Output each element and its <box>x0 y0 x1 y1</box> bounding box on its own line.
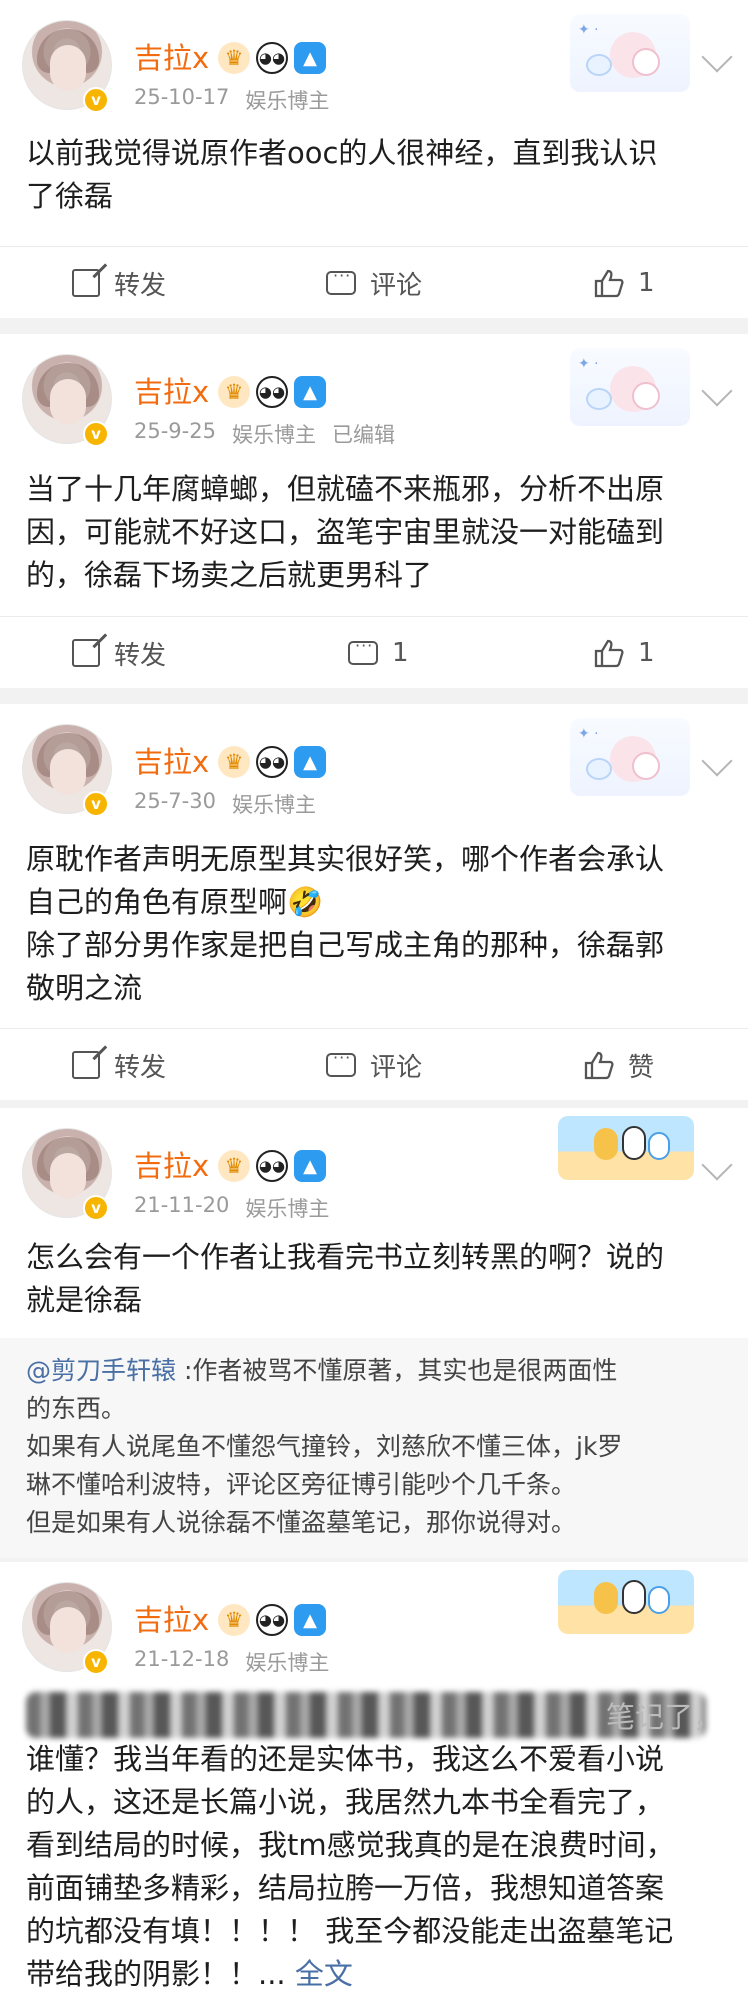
user-name[interactable]: 吉拉x <box>134 372 209 412</box>
comment-icon <box>326 266 356 295</box>
post-meta: 25-7-30 娱乐博主 <box>134 789 316 819</box>
comment-button[interactable]: 评论 <box>326 247 422 319</box>
thumbs-up-icon <box>594 269 624 298</box>
user-badges: ♛ ◕◕ ▲ <box>218 1148 326 1184</box>
post-date: 21-12-18 <box>134 1647 230 1671</box>
user-name[interactable]: 吉拉x <box>134 1600 209 1640</box>
panda-icon: ◕◕ <box>256 746 288 778</box>
blurred-text-tail: 笔记了， <box>605 1700 722 1734</box>
full-text-link[interactable]: 全文 <box>295 1957 353 1991</box>
user-name[interactable]: 吉拉x <box>134 742 209 782</box>
post-date: 25-7-30 <box>134 789 216 813</box>
reposted-content[interactable]: @剪刀手轩辕 :作者被骂不懂原著，其实也是很两面性 的东西。 如果有人说尾鱼不懂… <box>0 1338 748 1558</box>
user-role: 娱乐博主 <box>231 423 316 447</box>
shark-icon: ▲ <box>294 376 326 408</box>
chevron-down-icon[interactable] <box>701 1149 733 1181</box>
crown-icon: ♛ <box>218 42 250 74</box>
post-text: 以前我觉得说原作者ooc的人很神经，直到我认识 了徐磊 <box>26 136 658 213</box>
user-name[interactable]: 吉拉x <box>134 1146 209 1186</box>
share-icon <box>72 639 100 667</box>
post-card: v 吉拉x ♛ ◕◕ ▲ 25-10-17 娱乐博主 ✦ · 以前我觉得说原作者… <box>0 0 748 318</box>
weibo-feed: v 吉拉x ♛ ◕◕ ▲ 25-10-17 娱乐博主 ✦ · 以前我觉得说原作者… <box>0 0 748 2000</box>
crown-icon: ♛ <box>218 746 250 778</box>
post-card: v 吉拉x ♛ ◕◕ ▲ 25-9-25 娱乐博主 已编辑 ✦ · 当了十几年腐… <box>0 334 748 688</box>
user-badges: ♛ ◕◕ ▲ <box>218 374 326 410</box>
comment-button[interactable]: 1 <box>348 617 409 689</box>
user-role: 娱乐博主 <box>245 1651 330 1675</box>
user-badges: ♛ ◕◕ ▲ <box>218 744 326 780</box>
user-role: 娱乐博主 <box>245 89 330 113</box>
comment-button[interactable]: 评论 <box>326 1029 422 1101</box>
user-badges: ♛ ◕◕ ▲ <box>218 1602 326 1638</box>
thumbs-up-icon <box>584 1051 614 1080</box>
user-badges: ♛ ◕◕ ▲ <box>218 40 326 76</box>
post-date: 25-9-25 <box>134 419 216 443</box>
redacted-line: 笔记了， <box>0 1692 748 1740</box>
post-card: v 吉拉x ♛ ◕◕ ▲ 21-11-20 娱乐博主 怎么会有一个作者让我看完书… <box>0 1108 748 1558</box>
verified-badge-icon: v <box>83 791 109 817</box>
card-decoration: ✦ · <box>570 718 690 796</box>
action-bar: 转发 评论 1 <box>0 246 748 318</box>
post-card: v 吉拉x ♛ ◕◕ ▲ 25-7-30 娱乐博主 ✦ · 原耽作者声明无原型其… <box>0 704 748 1100</box>
action-bar: 转发 评论 赞 <box>0 1028 748 1100</box>
share-icon <box>72 269 100 297</box>
like-button[interactable]: 赞 <box>584 1029 654 1101</box>
crown-icon: ♛ <box>218 376 250 408</box>
post-text: 原耽作者声明无原型其实很好笑，哪个作者会承认 自己的角色有原型啊🤣 除了部分男作… <box>26 842 665 1005</box>
post-text: 怎么会有一个作者让我看完书立刻转黑的啊？说的 就是徐磊 <box>26 1240 665 1317</box>
user-role: 娱乐博主 <box>231 793 316 817</box>
user-role: 娱乐博主 <box>245 1197 330 1221</box>
shark-icon: ▲ <box>294 1150 326 1182</box>
comment-icon <box>348 636 378 665</box>
like-button[interactable]: 1 <box>594 247 655 319</box>
comment-icon <box>326 1048 356 1077</box>
card-decoration <box>558 1570 694 1634</box>
crown-icon: ♛ <box>218 1150 250 1182</box>
shark-icon: ▲ <box>294 42 326 74</box>
post-card: v 吉拉x ♛ ◕◕ ▲ 21-12-18 娱乐博主 笔记了， 谁懂？我当年看的… <box>0 1562 748 2000</box>
share-icon <box>72 1051 100 1079</box>
mention-link[interactable]: @剪刀手轩辕 <box>26 1356 176 1385</box>
shark-icon: ▲ <box>294 746 326 778</box>
like-button[interactable]: 1 <box>594 617 655 689</box>
user-name[interactable]: 吉拉x <box>134 38 209 78</box>
post-text: 谁懂？我当年看的还是实体书，我这么不爱看小说 的人，这还是长篇小说，我居然九本书… <box>26 1742 675 1991</box>
panda-icon: ◕◕ <box>256 376 288 408</box>
action-bar: 转发 1 1 <box>0 616 748 688</box>
chevron-down-icon[interactable] <box>701 41 733 73</box>
repost-button[interactable]: 转发 <box>72 1029 166 1101</box>
crown-icon: ♛ <box>218 1604 250 1636</box>
post-date: 21-11-20 <box>134 1193 230 1217</box>
post-meta: 25-10-17 娱乐博主 <box>134 85 329 115</box>
post-meta: 21-12-18 娱乐博主 <box>134 1647 329 1677</box>
panda-icon: ◕◕ <box>256 1604 288 1636</box>
post-text: 当了十几年腐蟑螂，但就磕不来瓶邪，分析不出原 因，可能就不好这口，盗笔宇宙里就没… <box>26 472 665 592</box>
post-meta: 25-9-25 娱乐博主 已编辑 <box>134 419 395 449</box>
verified-badge-icon: v <box>83 1649 109 1675</box>
card-decoration: ✦ · <box>570 348 690 426</box>
card-decoration <box>558 1116 694 1180</box>
chevron-down-icon[interactable] <box>701 375 733 407</box>
shark-icon: ▲ <box>294 1604 326 1636</box>
post-date: 25-10-17 <box>134 85 230 109</box>
thumbs-up-icon <box>594 639 624 668</box>
repost-button[interactable]: 转发 <box>72 247 166 319</box>
verified-badge-icon: v <box>83 87 109 113</box>
verified-badge-icon: v <box>83 421 109 447</box>
post-meta: 21-11-20 娱乐博主 <box>134 1193 329 1223</box>
edited-label: 已编辑 <box>331 423 395 447</box>
chevron-down-icon[interactable] <box>701 745 733 777</box>
card-decoration: ✦ · <box>570 14 690 92</box>
panda-icon: ◕◕ <box>256 1150 288 1182</box>
repost-button[interactable]: 转发 <box>72 617 166 689</box>
panda-icon: ◕◕ <box>256 42 288 74</box>
blurred-text <box>26 1692 706 1738</box>
verified-badge-icon: v <box>83 1195 109 1221</box>
